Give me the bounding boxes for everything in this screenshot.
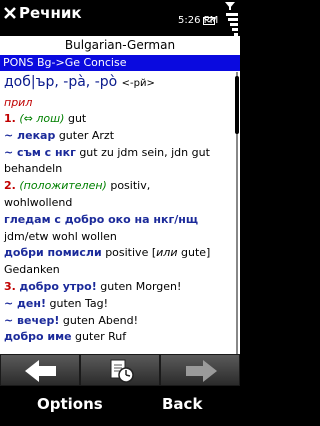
signal-strength-icon [224,2,238,36]
phrase-line: добри помисли positive [или gute] [4,245,234,262]
forward-button[interactable] [160,354,240,386]
phrase-line-cont: behandeln [4,162,63,176]
sense-number: 3. [4,279,16,293]
part-of-speech: прил [4,96,33,109]
phrase-bg: ~ лекар [4,128,56,142]
phrase-line: ~ лекар guter Arzt [4,128,234,145]
sense-note: (положителен) [19,179,107,193]
toolbar [0,354,240,386]
or-word: или [156,246,178,260]
phrase-line: ~ ден! guten Tag! [4,296,234,313]
phrase-line: добро име guter Ruf [4,329,234,346]
phrase-bg: добро име [4,330,72,344]
app-title: Речник [19,4,82,22]
phrase-de: guter Ruf [75,330,127,344]
back-softkey[interactable]: Back [162,395,202,413]
phrase-de: gut zu jdm sein, jdn gut [79,145,210,159]
phrase-line: ~ съм с нкг gut zu jdm sein, jdn gut [4,145,234,162]
phrase-de-alt: gute] [180,246,211,260]
history-icon [110,359,134,383]
translation-cont: wohlwollend [4,195,73,209]
dictionary-direction-bar[interactable]: PONS Bg->Ge Concise [0,55,240,71]
options-softkey[interactable]: Options [37,395,103,413]
phrase-bg: гледам с добро око на нкг/нщ [4,212,198,226]
sense-3: 3. добро утро! guten Morgen! [4,279,234,296]
scrollbar[interactable] [235,72,239,354]
close-icon[interactable] [3,6,17,20]
softkey-bar: Options Back [0,386,240,426]
phrase-bg: ~ вечер! [4,313,60,327]
sense-2: 2. (положителен) positiv, [4,178,234,195]
arrow-left-icon [25,360,56,382]
phrase-de: guten Tag! [49,296,109,310]
history-button[interactable] [80,354,160,386]
translation: positiv, [110,179,151,193]
title-bar: Речник 5:26 PM [0,0,240,36]
headword-line: доб|ър, -рà, -рò <-рй> [4,71,234,95]
scrollbar-thumb[interactable] [235,76,239,134]
phrase-de: guten Morgen! [100,279,182,293]
translation: gut [67,112,87,125]
phrase-de: jdm/etw wohl wollen [4,229,117,243]
phrase-bg: ~ ден! [4,296,47,310]
phrase-bg: добро утро! [19,279,97,293]
back-button[interactable] [0,354,80,386]
dictionary-name: Bulgarian-German [0,36,240,55]
sense-number: 2. [4,179,16,193]
phrase-de: guter Arzt [58,128,115,142]
phrase-line: ~ вечер! guten Abend! [4,313,234,330]
sense-number: 1. [4,112,16,125]
arrow-right-icon [186,360,217,382]
phrase-line-cont: Gedanken [4,263,60,277]
phrase-line: гледам с добро око на нкг/нщ [4,212,234,229]
mail-icon [203,17,215,25]
phrase-de: positive [105,246,149,260]
headword-pronunciation: <-рй> [121,78,155,89]
phrase-bg: добри помисли [4,246,102,260]
headword: доб|ър, -рà, -рò [4,74,118,90]
phrase-bg: ~ съм с нкг [4,145,76,159]
sense-1: 1. (⇔ лош) gut [4,111,234,128]
phrase-de: guten Abend! [62,313,139,327]
sense-note: (⇔ лош) [19,112,65,125]
entry-content[interactable]: доб|ър, -рà, -рò <-рй> прил 1. (⇔ лош) g… [0,71,240,354]
